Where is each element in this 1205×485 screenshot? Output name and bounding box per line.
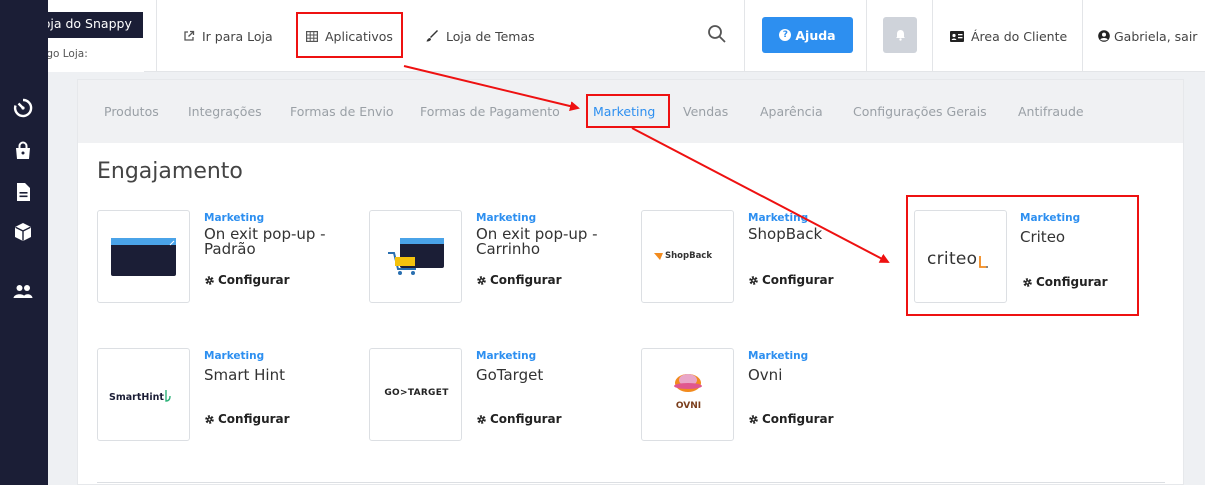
divider bbox=[1082, 0, 1083, 72]
configure-button[interactable]: Configurar bbox=[476, 273, 562, 287]
configure-label: Configurar bbox=[490, 412, 562, 426]
notifications-button[interactable] bbox=[883, 17, 917, 53]
gear-icon bbox=[477, 414, 486, 424]
configure-button[interactable]: Configurar bbox=[204, 273, 290, 287]
app-thumbnail[interactable]: ShopBack bbox=[641, 210, 734, 303]
divider bbox=[866, 0, 867, 72]
id-card-icon bbox=[950, 30, 964, 42]
app-thumbnail[interactable]: OVNI bbox=[641, 348, 734, 441]
app-name: On exit pop-up - Padrão bbox=[204, 225, 326, 258]
shopping-bag-icon[interactable] bbox=[11, 139, 35, 163]
app-category: Marketing bbox=[476, 212, 537, 224]
configure-button[interactable]: Configurar bbox=[204, 412, 290, 426]
configure-label: Configurar bbox=[490, 273, 562, 287]
divider bbox=[744, 0, 745, 72]
smarthint-mark-icon bbox=[165, 390, 171, 402]
app-name: Smart Hint bbox=[204, 366, 285, 384]
dashboard-timer-icon[interactable] bbox=[11, 96, 35, 120]
tab-configuracoes-gerais[interactable]: Configurações Gerais bbox=[853, 80, 987, 143]
help-button[interactable]: ? Ajuda bbox=[762, 17, 853, 53]
tab-aparencia[interactable]: Aparência bbox=[760, 80, 823, 143]
configure-button[interactable]: Configurar bbox=[748, 273, 834, 287]
client-area-link[interactable]: Área do Cliente bbox=[950, 0, 1067, 72]
user-logout-link[interactable]: Gabriela, sair bbox=[1098, 0, 1197, 72]
gear-icon bbox=[477, 275, 486, 285]
app-category: Marketing bbox=[748, 350, 809, 362]
app-name: GoTarget bbox=[476, 366, 544, 384]
box-icon[interactable] bbox=[11, 220, 35, 244]
tab-integracoes[interactable]: Integrações bbox=[188, 80, 262, 143]
users-icon[interactable] bbox=[11, 280, 35, 304]
shopback-mark-icon bbox=[654, 253, 663, 260]
app-category: Marketing bbox=[204, 350, 265, 362]
brand-name: Loja do Snappy bbox=[36, 16, 132, 31]
user-label: Gabriela, sair bbox=[1114, 28, 1198, 44]
gear-icon bbox=[205, 275, 214, 285]
bell-icon bbox=[895, 26, 906, 45]
help-button-label: Ajuda bbox=[795, 27, 836, 43]
user-icon bbox=[1098, 30, 1110, 42]
search-icon[interactable] bbox=[707, 24, 727, 44]
configure-button[interactable]: Configurar bbox=[748, 412, 834, 426]
ovni-ufo-icon bbox=[674, 374, 702, 392]
popup-window-icon bbox=[111, 238, 176, 276]
app-thumbnail[interactable]: GO>TARGET bbox=[369, 348, 462, 441]
tab-formas-de-pagamento[interactable]: Formas de Pagamento bbox=[420, 80, 560, 143]
app-name: ShopBack bbox=[748, 225, 823, 243]
app-category: Marketing bbox=[748, 212, 809, 224]
themes-link-label: Loja de Temas bbox=[446, 28, 535, 44]
highlight-box-marketing bbox=[586, 94, 670, 128]
app-thumbnail[interactable] bbox=[97, 210, 190, 303]
gotarget-logo: GO>TARGET bbox=[384, 388, 449, 398]
apps-panel: Produtos Integrações Formas de Envio For… bbox=[77, 79, 1184, 485]
question-icon: ? bbox=[779, 29, 792, 41]
top-bar: Loja do Snappy iCódigo Loja: Ir para Loj… bbox=[0, 0, 1205, 72]
gear-icon bbox=[205, 414, 214, 424]
configure-label: Configurar bbox=[218, 412, 290, 426]
tab-formas-de-envio[interactable]: Formas de Envio bbox=[290, 80, 394, 143]
configure-label: Configurar bbox=[762, 273, 834, 287]
shopback-logo: ShopBack bbox=[654, 251, 712, 261]
ovni-logo-text: OVNI bbox=[675, 401, 702, 411]
store-link-label: Ir para Loja bbox=[202, 28, 273, 44]
app-name: On exit pop-up - Carrinho bbox=[476, 225, 598, 258]
highlight-box-apps bbox=[296, 12, 403, 58]
client-area-label: Área do Cliente bbox=[971, 28, 1068, 44]
divider bbox=[932, 0, 933, 72]
popup-cart-icon bbox=[388, 238, 444, 275]
sidebar bbox=[0, 0, 48, 485]
app-name: Ovni bbox=[748, 366, 783, 384]
store-link[interactable]: Ir para Loja bbox=[183, 0, 273, 72]
external-link-icon bbox=[183, 30, 195, 42]
configure-label: Configurar bbox=[218, 273, 290, 287]
document-icon[interactable] bbox=[11, 180, 35, 204]
section-title: Engajamento bbox=[97, 159, 243, 184]
configure-label: Configurar bbox=[762, 412, 834, 426]
smarthint-logo-text: SmartHint bbox=[109, 392, 164, 403]
app-category: Marketing bbox=[204, 212, 265, 224]
tab-vendas[interactable]: Vendas bbox=[683, 80, 728, 143]
configure-button[interactable]: Configurar bbox=[476, 412, 562, 426]
app-thumbnail[interactable] bbox=[369, 210, 462, 303]
brush-icon bbox=[426, 30, 439, 42]
gear-icon bbox=[749, 275, 758, 285]
divider bbox=[97, 482, 1165, 483]
shopback-logo-text: ShopBack bbox=[665, 251, 713, 261]
app-category: Marketing bbox=[476, 350, 537, 362]
themes-link[interactable]: Loja de Temas bbox=[426, 0, 535, 72]
app-thumbnail[interactable]: SmartHint bbox=[97, 348, 190, 441]
tab-antifraude[interactable]: Antifraude bbox=[1018, 80, 1084, 143]
divider bbox=[156, 0, 157, 72]
highlight-box-criteo bbox=[906, 195, 1139, 316]
gear-icon bbox=[749, 414, 758, 424]
tab-produtos[interactable]: Produtos bbox=[104, 80, 159, 143]
smarthint-logo: SmartHint bbox=[109, 389, 172, 403]
